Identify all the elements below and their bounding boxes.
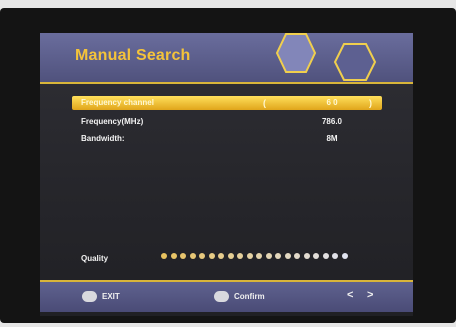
quality-dot bbox=[237, 253, 243, 259]
channel-next-arrow[interactable]: ) bbox=[369, 96, 372, 110]
quality-dot bbox=[246, 253, 253, 259]
frequency-channel-label: Frequency channel bbox=[81, 98, 154, 107]
footer-bar: EXIT Confirm < > bbox=[40, 280, 413, 312]
quality-dot bbox=[284, 253, 291, 259]
frequency-channel-value: 6 0 bbox=[326, 98, 338, 107]
quality-dot bbox=[170, 253, 177, 259]
quality-meter bbox=[161, 252, 356, 260]
channel-prev-arrow[interactable]: ( bbox=[263, 96, 266, 110]
bandwidth-value: 8M bbox=[326, 134, 338, 143]
quality-dot bbox=[294, 253, 300, 259]
quality-label: Quality bbox=[81, 254, 109, 263]
frequency-row: Frequency(MHz) 786.0 bbox=[72, 115, 382, 129]
quality-dot bbox=[199, 253, 205, 259]
quality-dot bbox=[332, 253, 338, 259]
frequency-channel-row[interactable]: Frequency channel ( 6 0 ) bbox=[72, 96, 382, 110]
frequency-value: 786.0 bbox=[321, 117, 343, 126]
quality-dot bbox=[303, 253, 310, 259]
bandwidth-label: Bandwidth: bbox=[81, 134, 125, 143]
bandwidth-row: Bandwidth: 8M bbox=[72, 132, 382, 146]
quality-dot bbox=[227, 253, 234, 259]
quality-dot bbox=[256, 253, 262, 259]
quality-dot bbox=[180, 253, 186, 259]
quality-dot bbox=[313, 253, 319, 259]
quality-dot bbox=[161, 253, 167, 259]
quality-dot bbox=[275, 253, 281, 259]
tv-screen: Manual Search Frequency channel ( 6 0 ) … bbox=[40, 33, 413, 316]
nav-right-arrow-icon[interactable]: > bbox=[367, 289, 373, 301]
quality-dot bbox=[322, 253, 329, 259]
ok-button-icon[interactable] bbox=[214, 291, 229, 302]
quality-dot bbox=[208, 253, 215, 259]
header-bar: Manual Search bbox=[40, 33, 413, 84]
confirm-label[interactable]: Confirm bbox=[234, 292, 265, 301]
frequency-label: Frequency(MHz) bbox=[81, 117, 144, 126]
hexagon-outline-icon bbox=[333, 43, 377, 81]
page-title: Manual Search bbox=[75, 47, 191, 64]
quality-dot bbox=[341, 253, 348, 259]
quality-dot bbox=[218, 253, 224, 259]
exit-label[interactable]: EXIT bbox=[102, 292, 120, 301]
quality-dot bbox=[189, 253, 196, 259]
quality-dot bbox=[265, 253, 272, 259]
nav-left-arrow-icon[interactable]: < bbox=[347, 289, 353, 301]
hexagon-decoration-icon bbox=[275, 33, 317, 73]
exit-button-icon[interactable] bbox=[82, 291, 97, 302]
